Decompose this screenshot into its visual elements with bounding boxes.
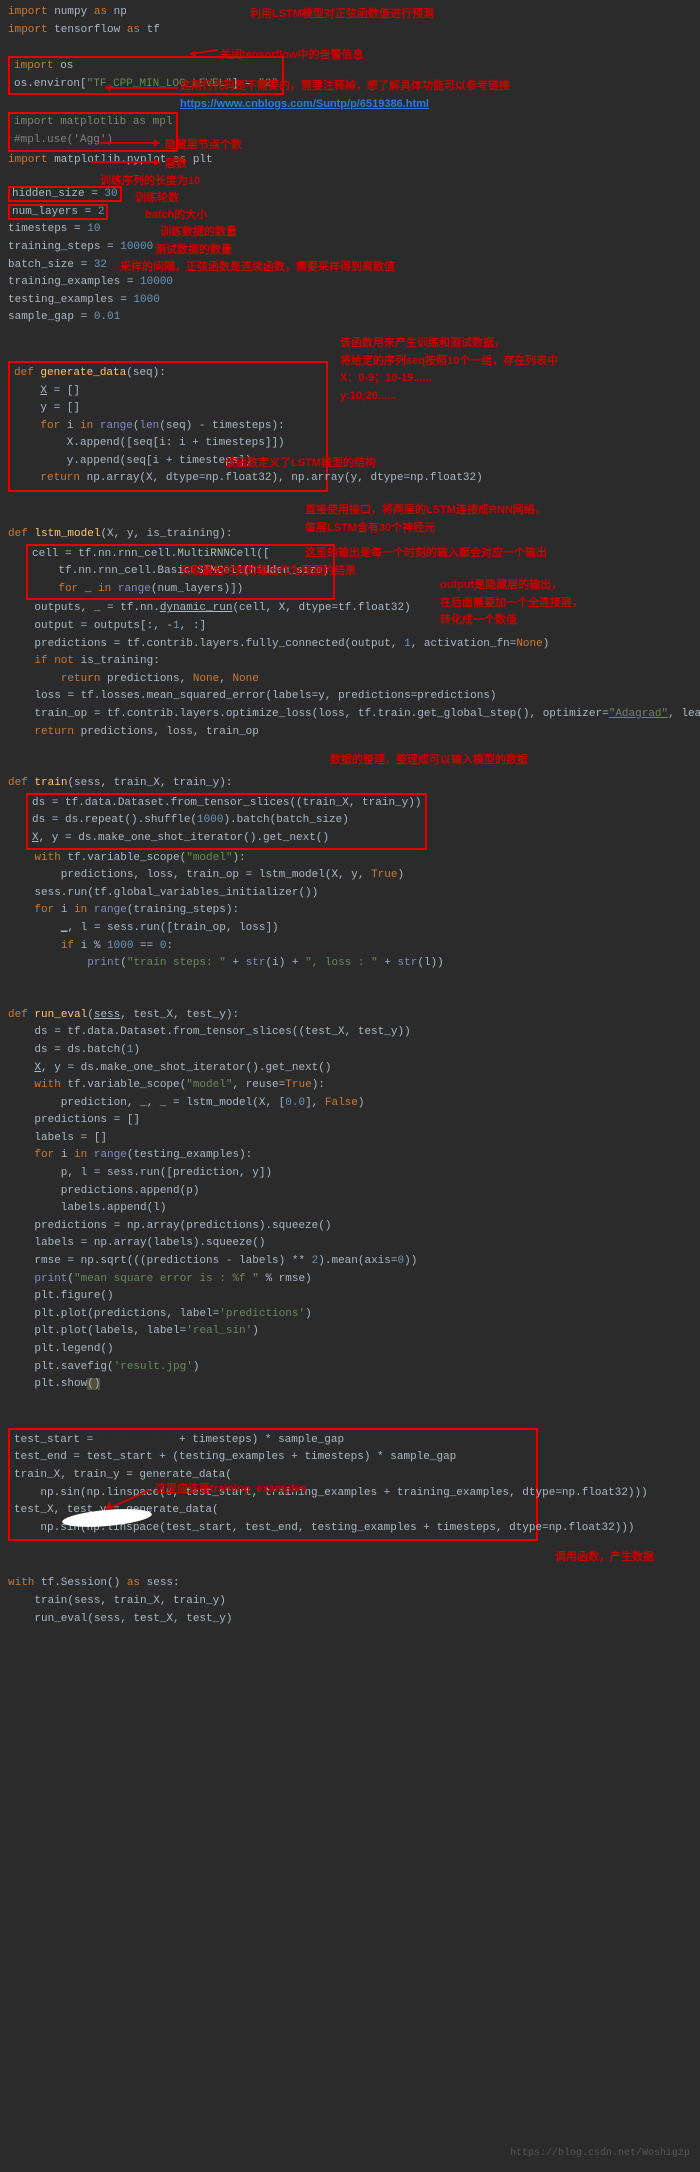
code-line: plt.plot(labels, label='real_sin') bbox=[8, 1323, 692, 1341]
code-line: y.append(seq[i + timesteps]) bbox=[14, 453, 322, 471]
code-line: prediction, _, _ = lstm_model(X, [0.0], … bbox=[8, 1095, 692, 1113]
code-line: train_X, train_y = generate_data( bbox=[14, 1467, 532, 1485]
code-line: loss = tf.losses.mean_squared_error(labe… bbox=[8, 688, 692, 706]
code-line: num_layers = 2 bbox=[8, 204, 692, 222]
code-line bbox=[8, 95, 692, 112]
code-line: labels = [] bbox=[8, 1130, 692, 1148]
code-line: import numpy as np bbox=[8, 4, 692, 22]
code-line: def run_eval(sess, test_X, test_y): bbox=[8, 1007, 692, 1025]
code-line: run_eval(sess, test_X, test_y) bbox=[8, 1611, 692, 1629]
highlighted-block: import matplotlib as mpl #mpl.use('Agg') bbox=[8, 112, 178, 151]
code-line: training_steps = 10000 bbox=[8, 239, 692, 257]
code-line bbox=[8, 758, 692, 775]
code-line bbox=[8, 741, 692, 758]
code-line: predictions.append(p) bbox=[8, 1183, 692, 1201]
code-line: import os bbox=[14, 58, 278, 76]
code-line: print("mean square error is : %f " % rms… bbox=[8, 1271, 692, 1289]
code-line: training_examples = 10000 bbox=[8, 274, 692, 292]
code-line: ds = tf.data.Dataset.from_tensor_slices(… bbox=[32, 795, 421, 813]
highlighted-block: ds = tf.data.Dataset.from_tensor_slices(… bbox=[26, 793, 427, 850]
code-line: if not is_training: bbox=[8, 653, 692, 671]
code-line: tf.nn.rnn_cell.BasicLSTMCell(hidden_size… bbox=[32, 563, 329, 581]
code-line: predictions = [] bbox=[8, 1112, 692, 1130]
code-line: print("train steps: " + str(i) + ", loss… bbox=[8, 955, 692, 973]
code-line: for i in range(training_steps): bbox=[8, 902, 692, 920]
code-line: ds = tf.data.Dataset.from_tensor_slices(… bbox=[8, 1024, 692, 1042]
watermark: https://blog.csdn.net/Woshigzp bbox=[510, 2146, 690, 2162]
code-line bbox=[8, 1411, 692, 1428]
code-line bbox=[8, 1541, 692, 1558]
code-line: ds = ds.batch(1) bbox=[8, 1042, 692, 1060]
code-line: test_end = test_start + (testing_example… bbox=[14, 1449, 532, 1467]
code-line: for _ in range(num_layers)]) bbox=[32, 581, 329, 599]
code-line: def generate_data(seq): bbox=[14, 365, 322, 383]
code-line bbox=[8, 169, 692, 186]
code-line: ds = ds.repeat().shuffle(1000).batch(bat… bbox=[32, 812, 421, 830]
code-line: p, l = sess.run([prediction, y]) bbox=[8, 1165, 692, 1183]
code-line: train(sess, train_X, train_y) bbox=[8, 1593, 692, 1611]
highlighted-block: def generate_data(seq): X = [] y = [] fo… bbox=[8, 361, 328, 492]
code-line bbox=[8, 344, 692, 361]
highlighted-block: cell = tf.nn.rnn_cell.MultiRNNCell([ tf.… bbox=[26, 544, 335, 601]
code-line bbox=[8, 973, 692, 990]
code-line: plt.figure() bbox=[8, 1288, 692, 1306]
code-line: timesteps = 10 bbox=[8, 221, 692, 239]
code-line: X, y = ds.make_one_shot_iterator().get_n… bbox=[8, 1060, 692, 1078]
code-line: labels = np.array(labels).squeeze() bbox=[8, 1235, 692, 1253]
code-line: train_op = tf.contrib.layers.optimize_lo… bbox=[8, 706, 692, 724]
code-line: sample_gap = 0.01 bbox=[8, 309, 692, 327]
code-line: hidden_size = 30 bbox=[8, 186, 692, 204]
code-line: predictions = tf.contrib.layers.fully_co… bbox=[8, 636, 692, 654]
code-line bbox=[8, 39, 692, 56]
code-line: return predictions, None, None bbox=[8, 671, 692, 689]
code-line: import matplotlib.pyplot as plt bbox=[8, 152, 692, 170]
code-line: return np.array(X, dtype=np.float32), np… bbox=[14, 470, 322, 488]
code-line: cell = tf.nn.rnn_cell.MultiRNNCell([ bbox=[32, 546, 329, 564]
code-line: np.sin(np.linspace(0, test_start, traini… bbox=[14, 1485, 532, 1503]
code-line bbox=[8, 327, 692, 344]
code-line: plt.show() bbox=[8, 1376, 692, 1394]
code-line: batch_size = 32 bbox=[8, 257, 692, 275]
code-line: def lstm_model(X, y, is_training): bbox=[8, 526, 692, 544]
code-line: rmse = np.sqrt(((predictions - labels) *… bbox=[8, 1253, 692, 1271]
code-line: testing_examples = 1000 bbox=[8, 292, 692, 310]
code-line: X.append([seq[i: i + timesteps]]) bbox=[14, 435, 322, 453]
code-line bbox=[8, 1558, 692, 1575]
code-line: sess.run(tf.global_variables_initializer… bbox=[8, 885, 692, 903]
code-line: plt.plot(predictions, label='predictions… bbox=[8, 1306, 692, 1324]
code-line: with tf.Session() as sess: bbox=[8, 1575, 692, 1593]
code-line: y = [] bbox=[14, 400, 322, 418]
code-line: _, l = sess.run([train_op, loss]) bbox=[8, 920, 692, 938]
code-line: test_start = XXXXXXXXXXX + timesteps) * … bbox=[14, 1432, 532, 1450]
code-line: X = [] bbox=[14, 383, 322, 401]
code-line: predictions, loss, train_op = lstm_model… bbox=[8, 867, 692, 885]
code-line: for i in range(testing_examples): bbox=[8, 1147, 692, 1165]
code-line: output = outputs[:, -1, :] bbox=[8, 618, 692, 636]
code-line: labels.append(l) bbox=[8, 1200, 692, 1218]
code-line: outputs, _ = tf.nn.dynamic_run(cell, X, … bbox=[8, 600, 692, 618]
code-line: predictions = np.array(predictions).sque… bbox=[8, 1218, 692, 1236]
code-line: plt.savefig('result.jpg') bbox=[8, 1359, 692, 1377]
code-line: plt.legend() bbox=[8, 1341, 692, 1359]
code-line bbox=[8, 1394, 692, 1411]
code-line: os.environ["TF_CPP_MIN_LOG_LEVEL"] = "2" bbox=[14, 76, 278, 94]
code-line: if i % 1000 == 0: bbox=[8, 938, 692, 956]
code-line: with tf.variable_scope("model"): bbox=[8, 850, 692, 868]
code-line bbox=[8, 509, 692, 526]
code-line: import matplotlib as mpl bbox=[14, 114, 172, 132]
highlighted-block: import os os.environ["TF_CPP_MIN_LOG_LEV… bbox=[8, 56, 284, 95]
code-line: with tf.variable_scope("model", reuse=Tr… bbox=[8, 1077, 692, 1095]
code-line: import tensorflow as tf bbox=[8, 22, 692, 40]
code-line: return predictions, loss, train_op bbox=[8, 724, 692, 742]
code-line: for i in range(len(seq) - timesteps): bbox=[14, 418, 322, 436]
code-line: #mpl.use('Agg') bbox=[14, 132, 172, 150]
code-line: def train(sess, train_X, train_y): bbox=[8, 775, 692, 793]
code-line bbox=[8, 492, 692, 509]
code-editor[interactable]: import numpy as np import tensorflow as … bbox=[0, 0, 700, 1632]
code-line: X, y = ds.make_one_shot_iterator().get_n… bbox=[32, 830, 421, 848]
code-line bbox=[8, 990, 692, 1007]
